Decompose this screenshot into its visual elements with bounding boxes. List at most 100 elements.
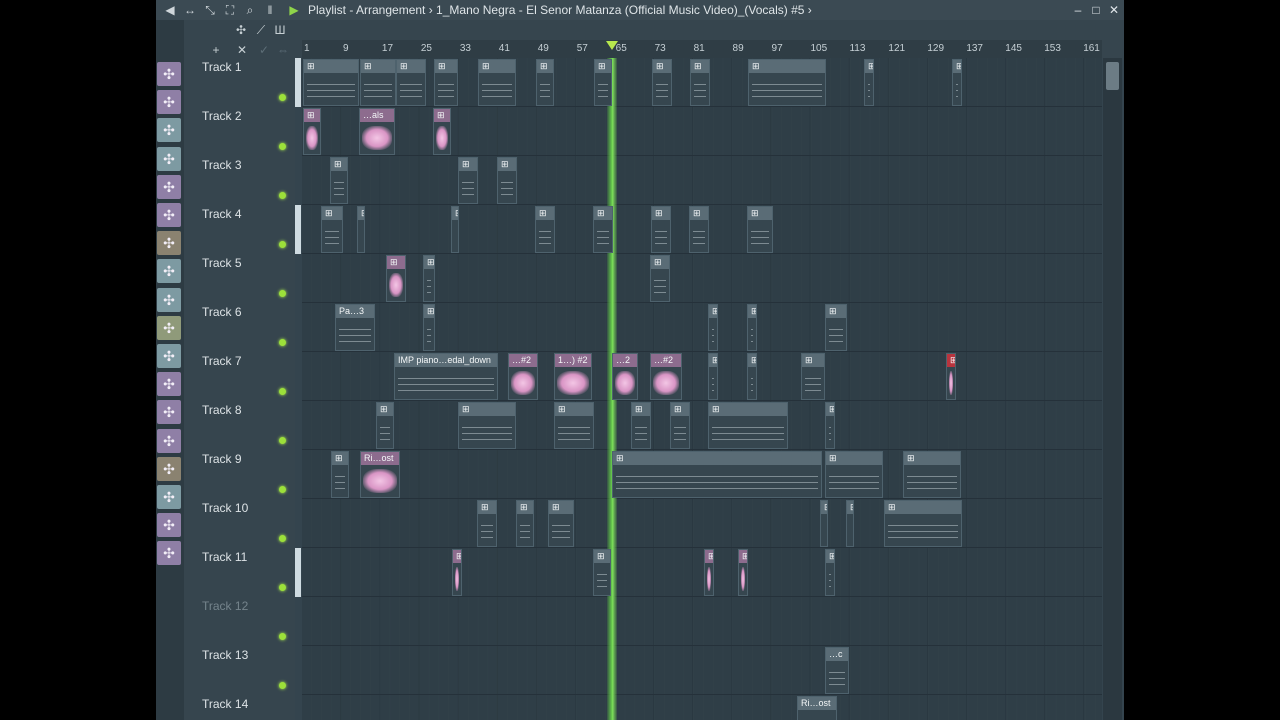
track-header[interactable]: Track 3 [184, 156, 295, 206]
link-icon[interactable]: ⟋ [252, 22, 270, 38]
track-mute-led[interactable] [279, 633, 286, 640]
clip-header[interactable]: ⊞ [821, 501, 827, 514]
playlist-clip[interactable]: ⊞ [704, 549, 714, 596]
playlist-clip[interactable]: ⊞ [631, 402, 651, 449]
track-mute-led[interactable] [279, 682, 286, 689]
clip-header[interactable]: ⊞ [847, 501, 853, 514]
track-name[interactable]: Track 5 [202, 256, 242, 270]
playlist-clip[interactable]: ⊞ [593, 549, 611, 596]
playlist-clip[interactable]: ⊞ [477, 500, 497, 547]
clip-header[interactable]: ⊞ [304, 109, 320, 122]
track-name[interactable]: Track 9 [202, 452, 242, 466]
pattern-picker-button[interactable]: ✣ [157, 344, 181, 368]
track-name[interactable]: Track 6 [202, 305, 242, 319]
playlist-clip[interactable]: ⊞ [747, 353, 757, 400]
clip-header[interactable]: ⊞ [709, 354, 717, 367]
playlist-clip[interactable]: ⊞ [952, 59, 962, 106]
pattern-picker-button[interactable]: ✣ [157, 428, 181, 453]
arrow-left-icon[interactable]: ◀ [162, 2, 178, 18]
timeline-ruler[interactable]: 1 9 17 25 33 41 49 57 65 73 81 89 97 105 113 121 129 137 1… [302, 40, 1102, 59]
playlist-clip[interactable]: ⊞ [670, 402, 690, 449]
playlist-clip[interactable]: 1…) #2 [554, 353, 592, 400]
track-mute-led[interactable] [279, 486, 286, 493]
track-mute-led[interactable] [279, 143, 286, 150]
track-mute-led[interactable] [279, 388, 286, 395]
track-name[interactable]: Track 7 [202, 354, 242, 368]
track-name[interactable]: Track 4 [202, 207, 242, 221]
playlist-clip[interactable]: ⊞ [650, 255, 670, 302]
clip-header[interactable]: ⊞ [613, 452, 821, 465]
track-name[interactable]: Track 1 [202, 60, 242, 74]
pattern-picker-button[interactable]: ✣ [157, 90, 181, 115]
pause-icon[interactable]: ‖ [262, 2, 278, 18]
track-header[interactable]: Track 9 [184, 450, 295, 500]
playlist-clip[interactable]: ⊞ [548, 500, 574, 547]
clip-header[interactable]: ⊞ [332, 452, 348, 465]
clip-header[interactable]: Pa…3 [336, 305, 374, 318]
playlist-clip[interactable]: ⊞ [434, 59, 458, 106]
playlist-clip[interactable]: ⊞ [903, 451, 961, 498]
clip-header[interactable]: …#2 [651, 354, 681, 367]
playlist-clip[interactable]: ⊞ [331, 451, 349, 498]
playlist-clip[interactable]: Pa…3 [335, 304, 375, 351]
playlist-clip[interactable]: ⊞ [690, 59, 710, 106]
playlist-clip[interactable]: ⊞ [738, 549, 748, 596]
playlist-clip[interactable]: IMP piano…edal_down [394, 353, 498, 400]
clip-header[interactable]: ⊞ [304, 60, 358, 73]
pattern-picker-button[interactable]: ✣ [157, 231, 181, 256]
clip-header[interactable]: ⊞ [671, 403, 689, 416]
playlist-clip[interactable]: ⊞ [303, 59, 359, 106]
arrangement-grid[interactable]: ⊞⊞⊞⊞⊞⊞⊞⊞⊞⊞⊞⊞⊞…als⊞⊞⊞⊞⊞⊞⊞⊞⊞⊞⊞⊞⊞⊞⊞Pa…3⊞⊞⊞⊞… [302, 58, 1102, 720]
playlist-clip[interactable]: ⊞ [801, 353, 825, 400]
playlist-clip[interactable]: ⊞ [747, 304, 757, 351]
clip-header[interactable]: ⊞ [331, 158, 347, 171]
track-mute-led[interactable] [279, 241, 286, 248]
track-mute-led[interactable] [279, 290, 286, 297]
playlist-clip[interactable]: ⊞ [386, 255, 406, 302]
clip-header[interactable]: ⊞ [397, 60, 425, 73]
check-icon[interactable]: ✓ [255, 42, 273, 58]
playlist-clip[interactable]: ⊞ [825, 304, 847, 351]
playlist-clip[interactable]: Ri…ost [360, 451, 400, 498]
playlist-clip[interactable]: ⊞ [748, 59, 826, 106]
pattern-picker-button[interactable]: ✣ [157, 541, 181, 566]
playlist-clip[interactable]: ⊞ [825, 549, 835, 596]
playlist-clip[interactable]: ⊞ [423, 255, 435, 302]
pattern-picker-button[interactable]: ✣ [157, 174, 181, 199]
clip-header[interactable]: ⊞ [709, 305, 717, 318]
clip-header[interactable]: ⊞ [705, 550, 713, 563]
playlist-clip[interactable]: ⊞ [825, 451, 883, 498]
track-name[interactable]: Track 3 [202, 158, 242, 172]
pattern-picker-button[interactable]: ✣ [157, 203, 181, 227]
pattern-picker-button[interactable]: ✣ [157, 62, 181, 86]
clip-header[interactable]: ⊞ [594, 550, 610, 563]
clip-header[interactable]: ⊞ [826, 403, 834, 416]
playlist-clip[interactable]: ⊞ [423, 304, 435, 351]
clip-header[interactable]: ⊞ [498, 158, 516, 171]
playlist-clip[interactable]: …#2 [650, 353, 682, 400]
close-button[interactable]: ✕ [1106, 2, 1122, 18]
playlist-clip[interactable]: …#2 [508, 353, 538, 400]
clip-header[interactable]: ⊞ [435, 60, 457, 73]
clip-header[interactable]: ⊞ [377, 403, 393, 416]
playlist-clip[interactable]: ⊞ [303, 108, 321, 155]
pattern-picker-button[interactable]: ✣ [157, 146, 181, 171]
playlist-clip[interactable]: ⊞ [747, 206, 773, 253]
clip-header[interactable]: ⊞ [885, 501, 961, 514]
playlist-clip[interactable]: …c [825, 647, 849, 694]
mixer-icon[interactable]: Ш [271, 22, 289, 38]
track-mute-led[interactable] [279, 192, 286, 199]
clip-header[interactable]: ⊞ [652, 207, 670, 220]
clip-header[interactable]: ⊞ [653, 60, 671, 73]
track-header[interactable]: Track 10 [184, 499, 295, 549]
clip-header[interactable]: …#2 [509, 354, 537, 367]
track-header[interactable]: Track 7 [184, 352, 295, 402]
clip-header[interactable]: ⊞ [424, 305, 434, 318]
track-header[interactable]: Track 1 [184, 58, 301, 108]
clip-header[interactable]: ⊞ [594, 207, 612, 220]
clip-header[interactable]: ⊞ [904, 452, 960, 465]
playlist-clip[interactable]: ⊞ [330, 157, 348, 204]
playlist-clip[interactable]: ⊞ [708, 353, 718, 400]
track-name[interactable]: Track 12 [202, 599, 248, 613]
playhead-marker[interactable] [605, 41, 618, 50]
